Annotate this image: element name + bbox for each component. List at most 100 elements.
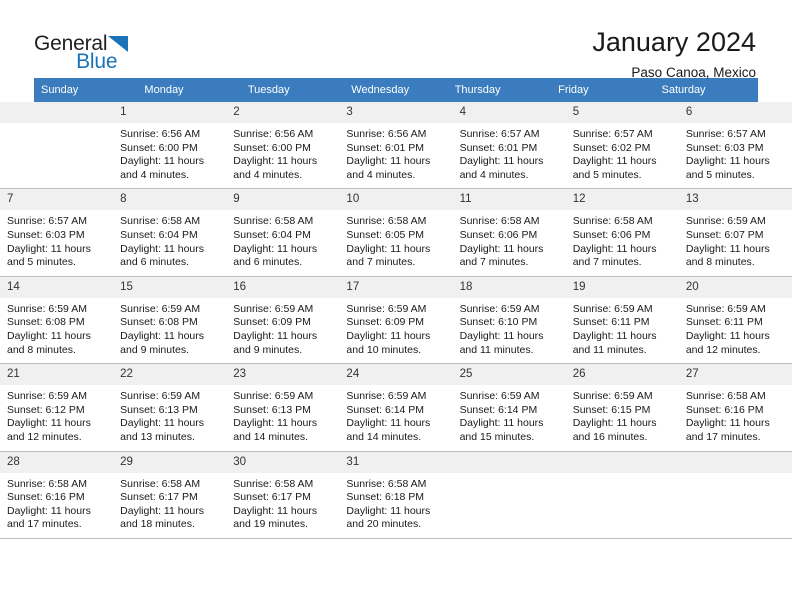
- day-cell[interactable]: 4 Sunrise: 6:57 AM Sunset: 6:01 PM Dayli…: [452, 102, 566, 189]
- day-cell[interactable]: 21 Sunrise: 6:59 AM Sunset: 6:12 PM Dayl…: [0, 364, 114, 451]
- sunrise-text: Sunrise: 6:56 AM: [233, 128, 314, 140]
- sunrise-text: Sunrise: 6:59 AM: [120, 390, 201, 403]
- daylight-text-line1: Daylight: 11 hours: [346, 417, 431, 430]
- day-cell[interactable]: 22 Sunrise: 6:59 AM Sunset: 6:13 PM Dayl…: [113, 364, 227, 451]
- day-details: Sunrise: 6:59 AM Sunset: 6:12 PM Dayligh…: [0, 385, 114, 451]
- sunset-text: Sunset: 6:11 PM: [685, 316, 763, 329]
- daylight-text-line1: Daylight: 11 hours: [233, 242, 318, 255]
- sunrise-text: Sunrise: 6:57 AM: [459, 128, 540, 140]
- day-cell[interactable]: 2 Sunrise: 6:56 AM Sunset: 6:00 PM Dayli…: [226, 102, 340, 189]
- day-cell[interactable]: 15 Sunrise: 6:59 AM Sunset: 6:08 PM Dayl…: [113, 276, 227, 364]
- daylight-text-line2: and 7 minutes.: [572, 256, 642, 269]
- brand-logo[interactable]: General Blue: [34, 26, 129, 72]
- day-cell[interactable]: 23 Sunrise: 6:59 AM Sunset: 6:13 PM Dayl…: [226, 364, 340, 451]
- day-number: [678, 451, 792, 473]
- day-number: 2: [226, 102, 340, 123]
- sunrise-text: Sunrise: 6:59 AM: [233, 302, 314, 315]
- sunset-text: Sunset: 6:14 PM: [346, 403, 425, 416]
- day-cell[interactable]: [678, 451, 792, 538]
- day-cell[interactable]: 13 Sunrise: 6:59 AM Sunset: 6:07 PM Dayl…: [678, 189, 792, 276]
- day-cell[interactable]: 14 Sunrise: 6:59 AM Sunset: 6:08 PM Dayl…: [0, 276, 114, 364]
- day-details: Sunrise: 6:59 AM Sunset: 6:08 PM Dayligh…: [113, 297, 227, 364]
- day-number: 27: [678, 364, 792, 386]
- day-cell[interactable]: 11 Sunrise: 6:58 AM Sunset: 6:06 PM Dayl…: [452, 189, 566, 276]
- day-number: 10: [339, 189, 453, 211]
- day-cell[interactable]: 3 Sunrise: 6:56 AM Sunset: 6:01 PM Dayli…: [339, 102, 453, 189]
- sunrise-text: Sunrise: 6:56 AM: [120, 128, 201, 140]
- day-details: Sunrise: 6:57 AM Sunset: 6:01 PM Dayligh…: [452, 123, 566, 189]
- day-cell[interactable]: 24 Sunrise: 6:59 AM Sunset: 6:14 PM Dayl…: [339, 364, 453, 451]
- daylight-text-line1: Daylight: 11 hours: [7, 242, 91, 255]
- day-number: 13: [678, 189, 792, 211]
- daylight-text-line1: Daylight: 11 hours: [572, 329, 657, 342]
- day-number: 30: [226, 451, 340, 473]
- day-cell[interactable]: 20 Sunrise: 6:59 AM Sunset: 6:11 PM Dayl…: [678, 276, 792, 364]
- day-number: 31: [339, 451, 453, 473]
- page-subtitle-location: Paso Canoa, Mexico: [631, 65, 756, 80]
- sunset-text: Sunset: 6:01 PM: [346, 141, 425, 154]
- daylight-text-line2: and 4 minutes.: [120, 168, 190, 181]
- day-cell[interactable]: [452, 451, 566, 538]
- sunrise-text: Sunrise: 6:59 AM: [7, 390, 87, 403]
- day-number: 3: [339, 102, 453, 123]
- day-cell[interactable]: 12 Sunrise: 6:58 AM Sunset: 6:06 PM Dayl…: [565, 189, 679, 276]
- weekday-header-tuesday: Tuesday: [240, 78, 345, 102]
- daylight-text-line2: and 13 minutes.: [120, 430, 195, 443]
- weekday-header-thursday: Thursday: [447, 78, 552, 102]
- page-header: General Blue January 2024 Paso Canoa, Me…: [0, 0, 792, 80]
- daylight-text-line1: Daylight: 11 hours: [572, 155, 657, 168]
- day-cell[interactable]: 1 Sunrise: 6:56 AM Sunset: 6:00 PM Dayli…: [113, 102, 227, 189]
- day-cell[interactable]: 5 Sunrise: 6:57 AM Sunset: 6:02 PM Dayli…: [565, 102, 679, 189]
- daylight-text-line2: and 11 minutes.: [572, 343, 647, 356]
- daylight-text-line1: Daylight: 11 hours: [120, 417, 204, 430]
- day-details: Sunrise: 6:58 AM Sunset: 6:05 PM Dayligh…: [339, 210, 453, 276]
- sunset-text: Sunset: 6:11 PM: [572, 316, 650, 329]
- day-cell[interactable]: 7 Sunrise: 6:57 AM Sunset: 6:03 PM Dayli…: [0, 189, 114, 276]
- sunrise-text: Sunrise: 6:59 AM: [459, 302, 540, 315]
- daylight-text-line1: Daylight: 11 hours: [233, 155, 318, 168]
- day-cell[interactable]: 31 Sunrise: 6:58 AM Sunset: 6:18 PM Dayl…: [339, 451, 453, 538]
- day-details: Sunrise: 6:59 AM Sunset: 6:14 PM Dayligh…: [452, 385, 566, 451]
- sunrise-text: Sunrise: 6:58 AM: [572, 215, 653, 228]
- day-cell[interactable]: 25 Sunrise: 6:59 AM Sunset: 6:14 PM Dayl…: [452, 364, 566, 451]
- day-cell[interactable]: [565, 451, 679, 538]
- day-cell[interactable]: 30 Sunrise: 6:58 AM Sunset: 6:17 PM Dayl…: [226, 451, 340, 538]
- day-number: 24: [339, 364, 453, 386]
- day-cell[interactable]: 29 Sunrise: 6:58 AM Sunset: 6:17 PM Dayl…: [113, 451, 227, 538]
- day-details: Sunrise: 6:59 AM Sunset: 6:09 PM Dayligh…: [339, 297, 453, 364]
- daylight-text-line2: and 5 minutes.: [7, 256, 76, 269]
- daylight-text-line2: and 17 minutes.: [7, 518, 82, 531]
- sunset-text: Sunset: 6:04 PM: [233, 228, 311, 241]
- daylight-text-line2: and 17 minutes.: [685, 430, 761, 443]
- day-cell[interactable]: [0, 102, 114, 188]
- day-details: Sunrise: 6:58 AM Sunset: 6:17 PM Dayligh…: [226, 472, 340, 538]
- sunrise-text: Sunrise: 6:57 AM: [7, 215, 87, 228]
- day-cell[interactable]: 26 Sunrise: 6:59 AM Sunset: 6:15 PM Dayl…: [565, 364, 679, 451]
- day-details: Sunrise: 6:58 AM Sunset: 6:06 PM Dayligh…: [452, 210, 566, 276]
- day-number: 8: [113, 189, 227, 211]
- day-details: Sunrise: 6:58 AM Sunset: 6:04 PM Dayligh…: [226, 210, 340, 276]
- daylight-text-line2: and 5 minutes.: [572, 168, 642, 181]
- daylight-text-line1: Daylight: 11 hours: [120, 155, 204, 168]
- daylight-text-line1: Daylight: 11 hours: [120, 329, 204, 342]
- day-cell[interactable]: 19 Sunrise: 6:59 AM Sunset: 6:11 PM Dayl…: [565, 276, 679, 364]
- day-cell[interactable]: 27 Sunrise: 6:58 AM Sunset: 6:16 PM Dayl…: [678, 364, 792, 451]
- day-cell[interactable]: 9 Sunrise: 6:58 AM Sunset: 6:04 PM Dayli…: [226, 189, 340, 276]
- day-number: 29: [113, 451, 227, 473]
- day-details: [0, 123, 114, 185]
- day-details: Sunrise: 6:56 AM Sunset: 6:00 PM Dayligh…: [113, 123, 227, 189]
- daylight-text-line2: and 14 minutes.: [233, 430, 308, 443]
- day-cell[interactable]: 18 Sunrise: 6:59 AM Sunset: 6:10 PM Dayl…: [452, 276, 566, 364]
- daylight-text-line2: and 4 minutes.: [346, 168, 416, 181]
- day-cell[interactable]: 28 Sunrise: 6:58 AM Sunset: 6:16 PM Dayl…: [0, 451, 114, 538]
- daylight-text-line1: Daylight: 11 hours: [459, 417, 544, 430]
- day-details: Sunrise: 6:58 AM Sunset: 6:17 PM Dayligh…: [113, 472, 227, 538]
- day-cell[interactable]: 10 Sunrise: 6:58 AM Sunset: 6:05 PM Dayl…: [339, 189, 453, 276]
- daylight-text-line1: Daylight: 11 hours: [572, 417, 657, 430]
- day-cell[interactable]: 17 Sunrise: 6:59 AM Sunset: 6:09 PM Dayl…: [339, 276, 453, 364]
- day-cell[interactable]: 6 Sunrise: 6:57 AM Sunset: 6:03 PM Dayli…: [678, 102, 792, 189]
- day-cell[interactable]: 8 Sunrise: 6:58 AM Sunset: 6:04 PM Dayli…: [113, 189, 227, 276]
- day-details: Sunrise: 6:57 AM Sunset: 6:03 PM Dayligh…: [0, 210, 114, 276]
- day-number: 18: [452, 276, 566, 298]
- day-cell[interactable]: 16 Sunrise: 6:59 AM Sunset: 6:09 PM Dayl…: [226, 276, 340, 364]
